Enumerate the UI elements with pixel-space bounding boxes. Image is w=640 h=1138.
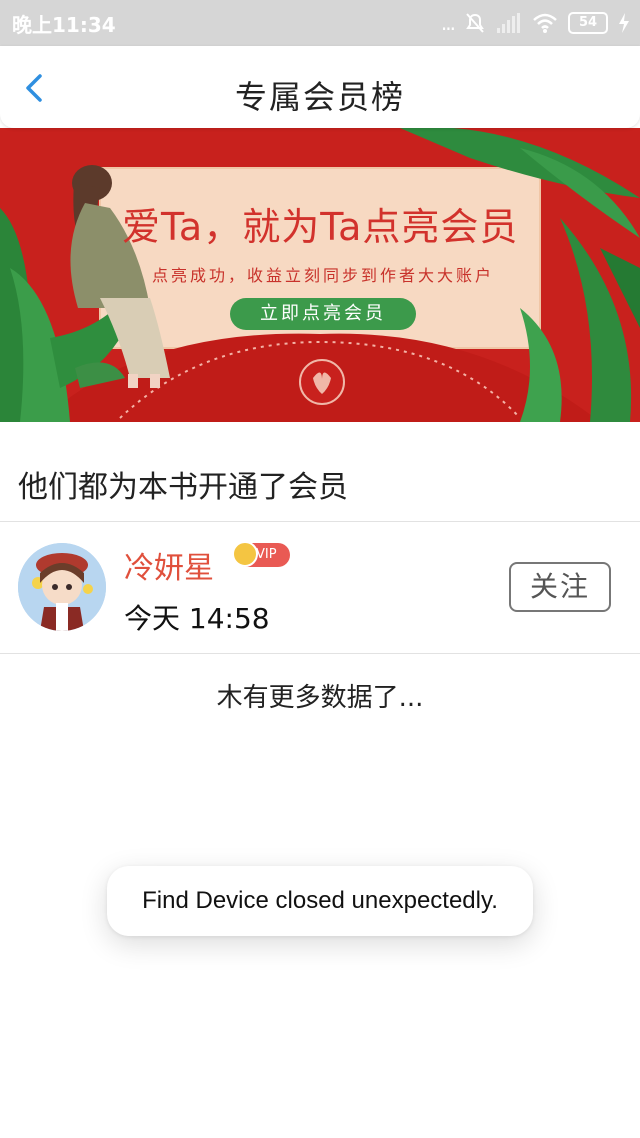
status-icons: ... 54 xyxy=(441,10,630,36)
status-bar: 晚上11:34 ... 54 xyxy=(0,0,640,46)
banner-subtitle: 点亮成功，收益立刻同步到作者大大账户 xyxy=(152,266,495,285)
section-heading: 他们都为本书开通了会员 xyxy=(18,470,348,505)
mute-bell-icon xyxy=(466,13,484,33)
charging-icon xyxy=(619,13,629,33)
vip-badge-label: VIP xyxy=(256,547,277,562)
light-up-membership-button[interactable]: 立即点亮会员 xyxy=(230,298,416,330)
vip-badge: VIP xyxy=(232,541,290,567)
avatar[interactable] xyxy=(18,543,106,631)
crown-icon xyxy=(232,541,258,567)
more-dots-icon: ... xyxy=(440,11,456,35)
battery-icon: 54 xyxy=(568,12,608,34)
banner-headline: 爱Ta，就为Ta点亮会员 xyxy=(122,205,519,249)
wifi-icon xyxy=(533,13,557,33)
divider xyxy=(0,521,640,522)
follow-button[interactable]: 关注 xyxy=(509,562,611,612)
member-name: 冷妍星 xyxy=(124,551,214,586)
member-join-time: 今天 14:58 xyxy=(124,602,270,635)
status-time: 晚上11:34 xyxy=(12,13,116,37)
list-end-text: 木有更多数据了... xyxy=(216,683,424,713)
top-nav-bar: 专属会员榜 xyxy=(0,46,640,128)
signal-icon xyxy=(497,13,520,33)
page-title: 专属会员榜 xyxy=(234,78,405,116)
avatar-illustration xyxy=(18,543,106,631)
app-screen: 晚上11:34 ... 54 专属会员榜 爱Ta，就为Ta点亮会员 点亮成功，收… xyxy=(0,0,640,1138)
toast-message: Find Device closed unexpectedly. xyxy=(107,866,533,936)
promo-banner[interactable]: 爱Ta，就为Ta点亮会员 点亮成功，收益立刻同步到作者大大账户 立即点亮会员 xyxy=(0,128,640,422)
divider xyxy=(0,653,640,654)
member-list-item[interactable]: 冷妍星 VIP 今天 14:58 关注 xyxy=(0,523,640,653)
